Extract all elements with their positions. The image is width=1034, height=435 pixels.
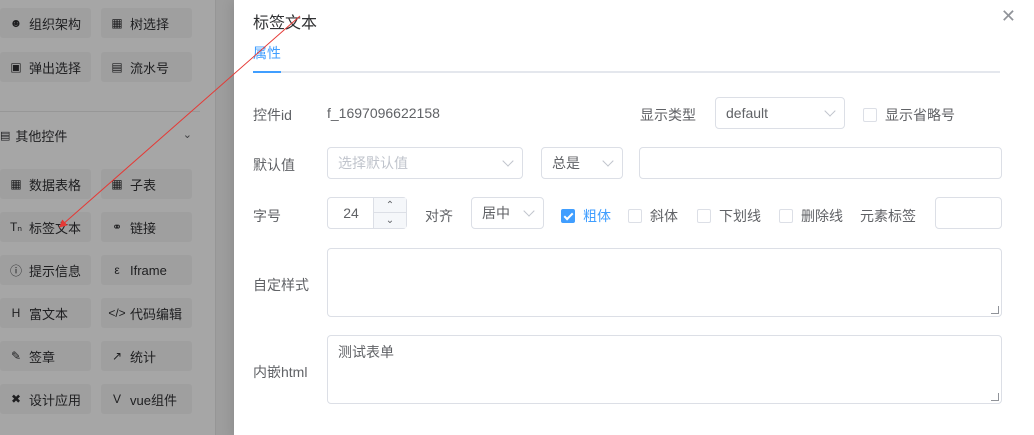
modal-overlay[interactable]	[0, 0, 234, 435]
tab-properties[interactable]: 属性	[253, 43, 281, 73]
align-value: 居中	[482, 205, 510, 221]
default-value-input[interactable]	[639, 147, 1002, 179]
label-text-dialog: 标签文本 ✕ 属性 控件id f_1697096622158 显示类型 defa…	[234, 0, 1034, 435]
tabs: 属性	[253, 43, 1000, 73]
checkbox-box	[697, 209, 711, 223]
underline-checkbox[interactable]: 下划线	[697, 206, 761, 226]
default-value-select[interactable]: 选择默认值	[327, 147, 523, 179]
italic-checkbox[interactable]: 斜体	[628, 206, 678, 226]
inner-html-label: 内嵌html	[253, 364, 308, 380]
element-tag-label: 元素标签	[860, 208, 916, 224]
control-id-label: 控件id	[253, 107, 292, 123]
custom-style-label: 自定样式	[253, 277, 309, 293]
inner-html-textarea[interactable]: 测试表单	[327, 335, 1002, 404]
checkbox-label: 显示省略号	[885, 107, 955, 123]
checkbox-label: 下划线	[719, 208, 761, 224]
strike-checkbox[interactable]: 删除线	[779, 206, 843, 226]
align-select[interactable]: 居中	[471, 197, 544, 229]
chevron-down-icon	[523, 205, 535, 217]
always-select[interactable]: 总是	[541, 147, 623, 179]
bold-checkbox[interactable]: 粗体	[561, 206, 611, 226]
show-ellipsis-checkbox[interactable]: 显示省略号	[863, 105, 955, 125]
checkbox-box	[863, 108, 877, 122]
checkbox-label: 斜体	[650, 208, 678, 224]
chevron-down-icon	[602, 155, 614, 167]
checkbox-label: 删除线	[801, 208, 843, 224]
font-size-label: 字号	[253, 208, 281, 224]
checkbox-label: 粗体	[583, 208, 611, 224]
chevron-down-icon	[824, 105, 836, 117]
display-type-label: 显示类型	[640, 107, 696, 123]
element-tag-input[interactable]	[935, 197, 1002, 229]
increase-icon[interactable]: ⌃	[374, 198, 406, 213]
decrease-icon[interactable]: ⌄	[374, 213, 406, 228]
checkbox-box	[628, 209, 642, 223]
checkbox-box	[779, 209, 793, 223]
resize-handle[interactable]	[991, 393, 999, 401]
inner-html-value: 测试表单	[338, 344, 394, 360]
stepper-buttons: ⌃ ⌄	[373, 198, 406, 228]
resize-handle[interactable]	[991, 306, 999, 314]
font-size-stepper[interactable]: 24 ⌃ ⌄	[327, 197, 407, 229]
dialog-title: 标签文本	[253, 15, 318, 32]
control-id-value: f_1697096622158	[327, 105, 440, 121]
chevron-down-icon	[502, 155, 514, 167]
default-value-label: 默认值	[253, 157, 295, 173]
custom-style-textarea[interactable]	[327, 248, 1002, 317]
tab-active-bar	[253, 71, 281, 73]
display-type-value: default	[726, 105, 769, 121]
always-value: 总是	[552, 155, 580, 171]
align-label: 对齐	[425, 208, 453, 224]
default-value-placeholder: 选择默认值	[338, 155, 408, 171]
checkbox-box	[561, 209, 575, 223]
display-type-select[interactable]: default	[715, 97, 845, 129]
close-icon[interactable]: ✕	[1001, 6, 1016, 27]
font-size-value: 24	[343, 205, 359, 221]
